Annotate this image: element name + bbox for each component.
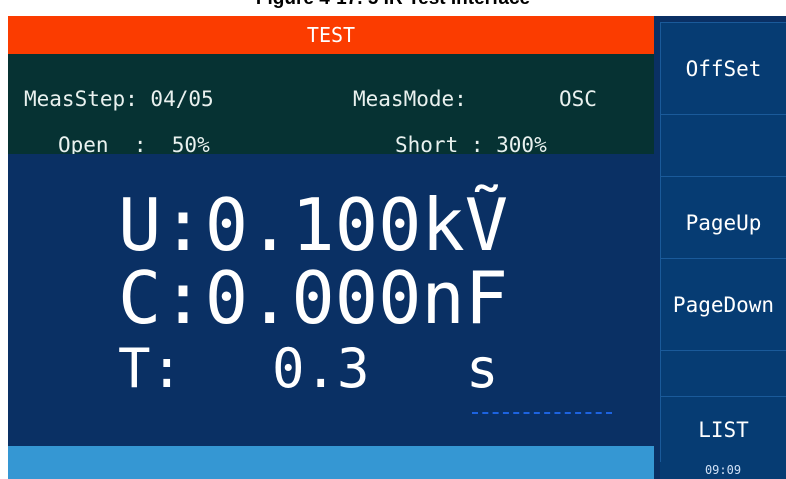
pagedown-button[interactable]: PageDown	[660, 258, 786, 350]
offset-button[interactable]: OffSet	[660, 22, 786, 114]
list-button[interactable]: LIST	[660, 396, 786, 462]
time-label: T:	[118, 337, 184, 400]
info-panel: MeasStep: 04/05 MeasMode: OSC Open : 50%…	[8, 54, 654, 157]
pageup-button[interactable]: PageUp	[660, 176, 786, 268]
meas-mode-value[interactable]: OSC	[559, 87, 597, 111]
meas-mode-label: MeasMode:	[353, 87, 467, 111]
status-bar	[8, 446, 654, 479]
voltage-reading: U:0.100kṼ	[118, 183, 509, 267]
figure-caption: Figure 4-17. 5 IR Test Interface	[0, 0, 786, 10]
page-title: TEST	[8, 16, 654, 54]
meas-step-label: MeasStep: 04/05	[24, 87, 214, 111]
softkey-sidebar: OffSet PageUp PageDown LIST 09:09	[654, 16, 786, 479]
progress-dashes	[472, 412, 612, 414]
time-unit: s	[466, 337, 499, 400]
time-value: 0.3	[272, 337, 370, 400]
clock-readout: 09:09	[660, 462, 786, 479]
measurement-panel: U:0.100kṼ C:0.000nF T: 0.3 s	[8, 154, 654, 446]
capacitance-reading: C:0.000nF	[118, 256, 509, 340]
instrument-screen: TEST MeasStep: 04/05 MeasMode: OSC Open …	[8, 16, 786, 479]
